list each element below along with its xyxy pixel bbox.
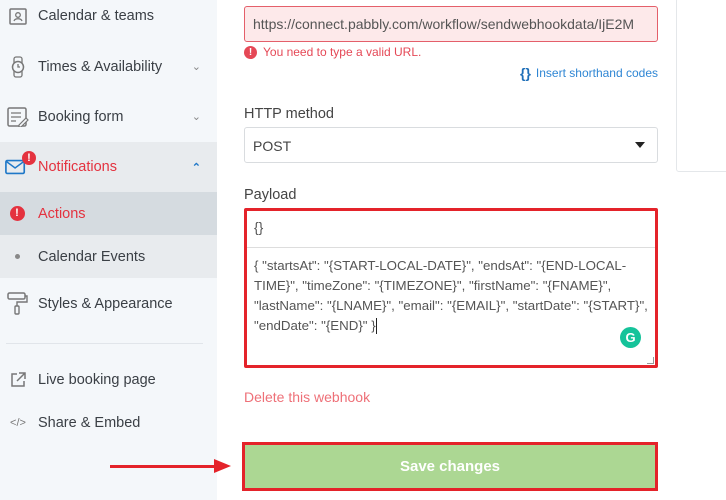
sidebar-item-label: Booking form xyxy=(38,108,124,125)
sidebar-item-calendar-teams[interactable]: Calendar & teams xyxy=(0,0,217,32)
notification-badge: ! xyxy=(22,151,36,165)
payload-format-button[interactable]: {} xyxy=(247,211,655,248)
calendar-user-icon xyxy=(7,5,29,27)
sidebar-item-live-booking-page[interactable]: Live booking page xyxy=(0,358,217,401)
caret-down-icon xyxy=(635,142,645,148)
sidebar-divider xyxy=(6,343,203,344)
sidebar-item-label: Calendar Events xyxy=(38,248,146,265)
resize-handle[interactable] xyxy=(647,357,654,364)
sidebar-item-label: Times & Availability xyxy=(38,58,163,75)
braces-icon: {} xyxy=(520,65,531,81)
sidebar-item-calendar-events[interactable]: Calendar Events xyxy=(0,235,217,278)
sidebar-item-label: Styles & Appearance xyxy=(38,295,173,312)
sidebar-item-label: Share & Embed xyxy=(38,414,141,431)
sidebar-item-notifications[interactable]: ! Notifications ⌃ xyxy=(0,142,217,192)
payload-text: { "startsAt": "{START-LOCAL-DATE}", "end… xyxy=(254,258,648,333)
sidebar-item-actions[interactable]: ! Actions xyxy=(0,192,217,235)
sidebar-item-styles-appearance[interactable]: Styles & Appearance xyxy=(0,282,217,325)
payload-editor: {} { "startsAt": "{START-LOCAL-DATE}", "… xyxy=(244,208,658,368)
sidebar-item-label: Actions xyxy=(38,205,86,222)
insert-shorthand-label: Insert shorthand codes xyxy=(535,66,658,80)
grammarly-icon[interactable]: G xyxy=(620,327,641,348)
chevron-down-icon[interactable]: ⌄ xyxy=(192,60,201,73)
http-method-value: POST xyxy=(253,138,292,154)
error-icon: ! xyxy=(244,45,257,59)
annotation-arrowhead xyxy=(214,459,231,473)
side-panel xyxy=(676,0,726,172)
form-edit-icon xyxy=(7,106,29,128)
http-method-label: HTTP method xyxy=(244,106,334,122)
url-error-text: You need to type a valid URL. xyxy=(263,45,422,59)
sidebar-item-label: Calendar & teams xyxy=(38,8,155,24)
code-icon: </> xyxy=(10,416,26,429)
sidebar-item-booking-form[interactable]: Booking form ⌄ xyxy=(0,95,217,138)
bullet-icon xyxy=(6,246,28,268)
chevron-down-icon[interactable]: ⌄ xyxy=(192,110,201,123)
insert-shorthand-codes-link[interactable]: {} Insert shorthand codes xyxy=(520,65,658,81)
sidebar-item-label: Notifications xyxy=(38,159,117,175)
delete-webhook-link[interactable]: Delete this webhook xyxy=(244,389,370,405)
chevron-up-icon[interactable]: ⌃ xyxy=(192,161,201,174)
webhook-url-input[interactable]: https://connect.pabbly.com/workflow/send… xyxy=(244,6,658,42)
payload-label: Payload xyxy=(244,187,297,203)
url-error: ! You need to type a valid URL. xyxy=(244,45,421,59)
watch-icon xyxy=(7,55,29,78)
text-caret xyxy=(375,318,377,335)
http-method-select[interactable]: POST xyxy=(244,127,658,163)
sidebar: Calendar & teams Times & Availability ⌄ … xyxy=(0,0,217,500)
sidebar-item-label: Live booking page xyxy=(38,371,156,388)
save-changes-button[interactable]: Save changes xyxy=(242,442,658,491)
sidebar-item-share-embed[interactable]: </> Share & Embed xyxy=(0,401,217,444)
annotation-arrow xyxy=(110,465,218,468)
paint-roller-icon xyxy=(7,291,29,315)
sidebar-item-times-availability[interactable]: Times & Availability ⌄ xyxy=(0,45,217,88)
external-link-icon xyxy=(7,369,29,391)
error-icon: ! xyxy=(6,203,28,225)
payload-textarea[interactable]: { "startsAt": "{START-LOCAL-DATE}", "end… xyxy=(247,248,655,344)
